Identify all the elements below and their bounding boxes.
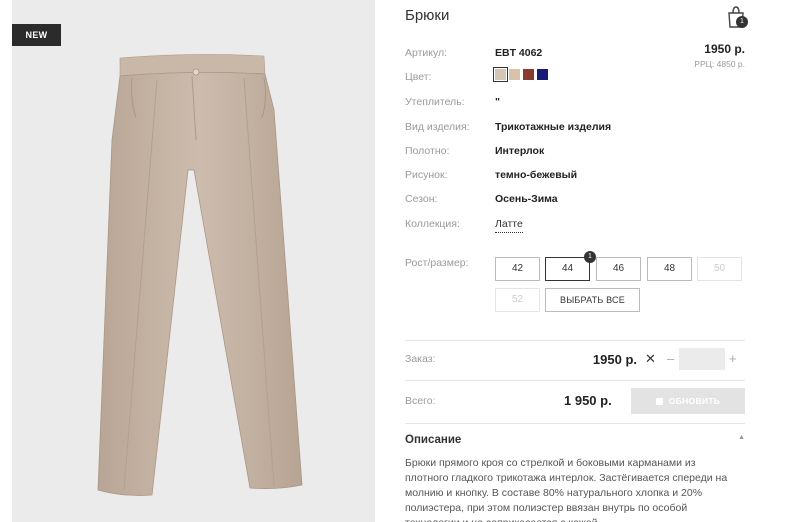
cart-count-badge: 1 bbox=[736, 16, 748, 28]
spec-value: " bbox=[495, 96, 500, 108]
order-price: 1950 р. bbox=[592, 352, 637, 367]
spec-label: Утеплитель: bbox=[405, 96, 465, 108]
spec-label: Артикул: bbox=[405, 47, 448, 59]
color-swatch[interactable] bbox=[509, 69, 520, 80]
product-title: Брюки bbox=[405, 7, 450, 24]
size-option[interactable]: 48 bbox=[647, 257, 692, 281]
spec-row-insulation: Утеплитель: " bbox=[405, 96, 745, 112]
spec-row-fabric: Полотно: Интерлок bbox=[405, 145, 745, 161]
spec-row-season: Сезон: Осень-Зима bbox=[405, 193, 745, 209]
description-text: Брюки прямого кроя со стрелкой и боковым… bbox=[405, 457, 728, 522]
update-button[interactable]: ОБНОВИТЬ bbox=[631, 388, 745, 414]
divider bbox=[405, 340, 745, 341]
size-option[interactable]: 42 bbox=[495, 257, 540, 281]
size-option[interactable]: 52 bbox=[495, 288, 540, 312]
color-swatch[interactable] bbox=[537, 69, 548, 80]
divider bbox=[405, 380, 745, 381]
spec-value: Интерлок bbox=[495, 145, 545, 157]
update-button-label: ОБНОВИТЬ bbox=[668, 396, 721, 406]
spec-label: Рисунок: bbox=[405, 169, 448, 181]
size-option[interactable]: 50 bbox=[697, 257, 742, 281]
spec-label: Цвет: bbox=[405, 71, 432, 83]
spec-row-type: Вид изделия: Трикотажные изделия bbox=[405, 121, 745, 137]
spec-value: темно-бежевый bbox=[495, 169, 578, 181]
color-swatch[interactable] bbox=[523, 69, 534, 80]
spec-row-collection: Коллекция: Латте bbox=[405, 218, 745, 234]
size-option[interactable]: 44 bbox=[545, 257, 590, 281]
spec-value: Трикотажные изделия bbox=[495, 121, 612, 133]
total-label: Всего: bbox=[405, 395, 436, 407]
description-heading[interactable]: Описание bbox=[405, 434, 461, 446]
spec-value: Осень-Зима bbox=[495, 193, 558, 205]
divider bbox=[405, 423, 745, 424]
refresh-icon bbox=[655, 398, 663, 405]
spec-label: Сезон: bbox=[405, 193, 438, 205]
spec-row-color: Цвет: bbox=[405, 67, 745, 87]
total-price: 1 950 р. bbox=[564, 393, 612, 408]
product-panel: Брюки 1 1950 р. РРЦ: 4850 р. Артикул: EB… bbox=[405, 0, 748, 522]
spec-label: Полотно: bbox=[405, 145, 450, 157]
collapse-caret-icon[interactable]: ▲ bbox=[738, 434, 745, 441]
quantity-input[interactable] bbox=[679, 348, 725, 370]
color-swatch[interactable] bbox=[493, 67, 508, 82]
new-badge: NEW bbox=[12, 24, 61, 46]
remove-order-button[interactable]: ✕ bbox=[645, 351, 656, 367]
spec-row-article: Артикул: EBT 4062 bbox=[405, 47, 745, 63]
spec-row-pattern: Рисунок: темно-бежевый bbox=[405, 169, 745, 185]
product-photo bbox=[12, 0, 375, 522]
quantity-increase-button[interactable]: + bbox=[729, 351, 737, 366]
color-swatches bbox=[493, 67, 548, 82]
size-option[interactable]: 46 bbox=[596, 257, 641, 281]
collection-link[interactable]: Латте bbox=[495, 218, 523, 233]
spec-label: Коллекция: bbox=[405, 218, 460, 230]
size-count-badge: 1 bbox=[584, 251, 596, 263]
spec-label: Вид изделия: bbox=[405, 121, 470, 133]
spec-value: EBT 4062 bbox=[495, 47, 543, 59]
order-label: Заказ: bbox=[405, 353, 436, 365]
select-all-sizes-button[interactable]: ВЫБРАТЬ ВСЕ bbox=[545, 288, 640, 312]
size-label: Рост/размер: bbox=[405, 257, 469, 269]
trousers-illustration bbox=[97, 54, 303, 496]
quantity-decrease-button[interactable]: – bbox=[667, 351, 674, 366]
